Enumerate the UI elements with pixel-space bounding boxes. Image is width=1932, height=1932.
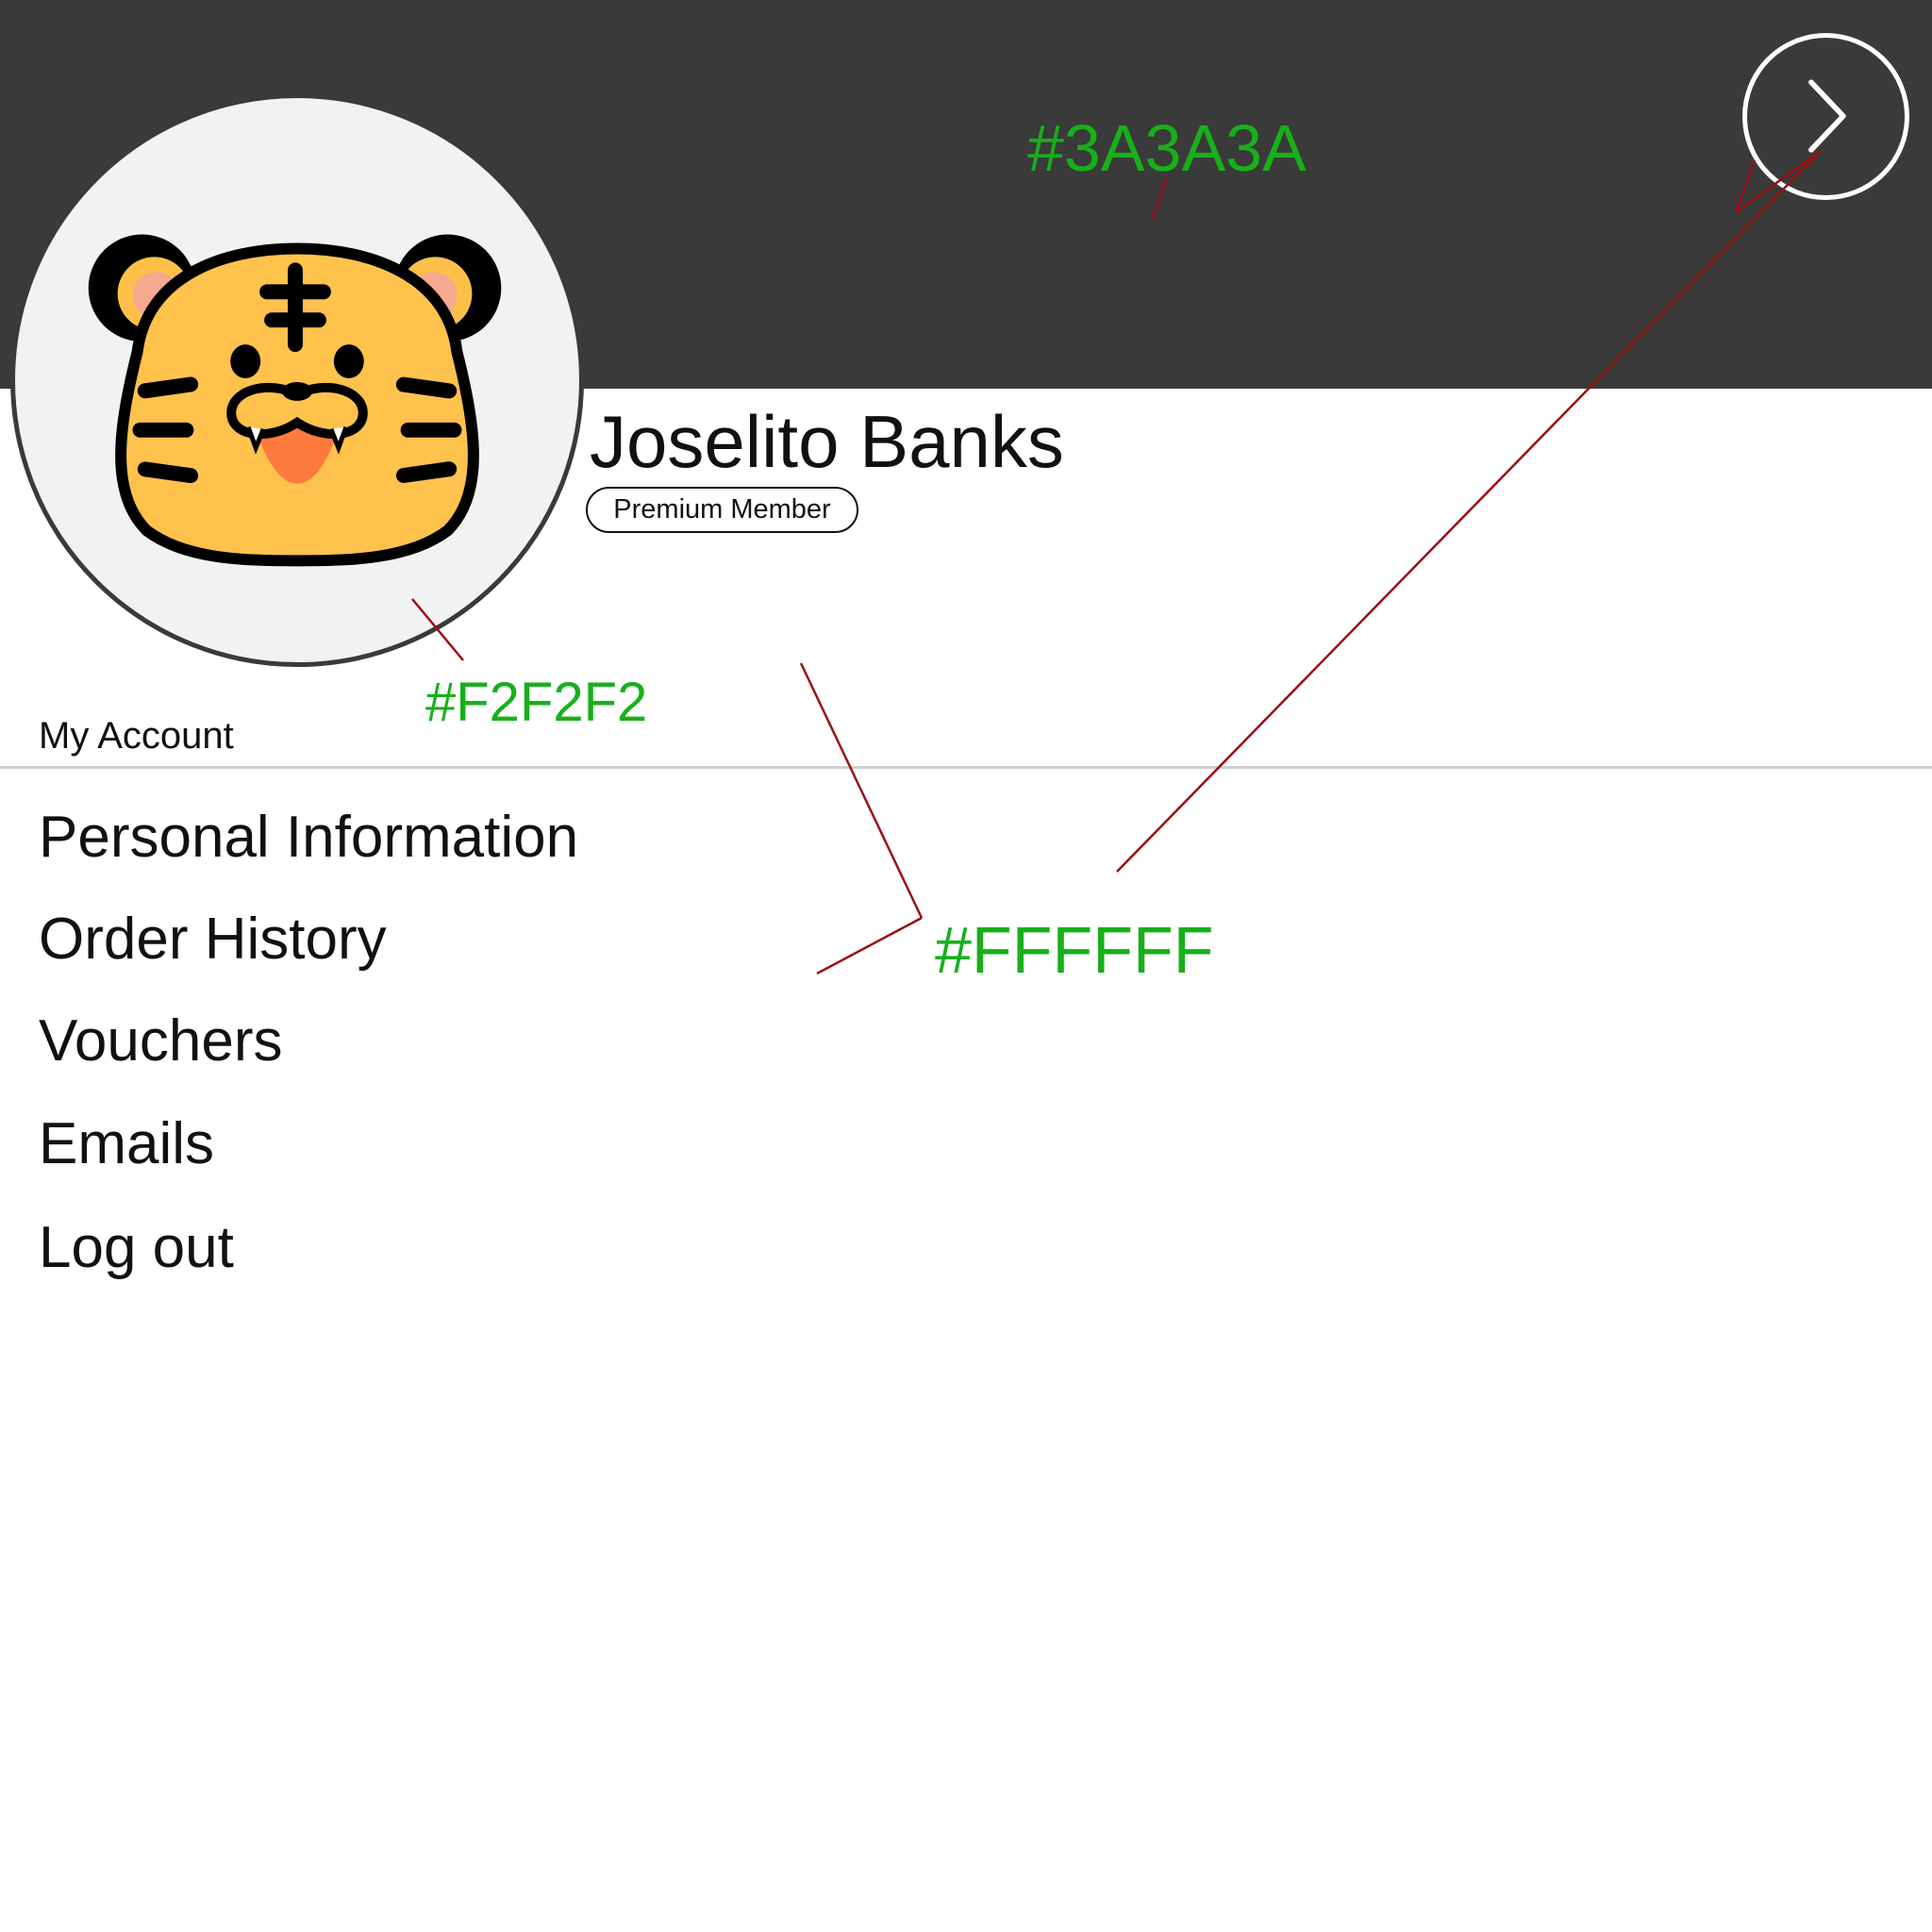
menu-item-order-history[interactable]: Order History: [39, 904, 387, 975]
membership-badge: Premium Member: [586, 487, 858, 533]
avatar: [10, 93, 584, 667]
menu-item-log-out[interactable]: Log out: [39, 1212, 234, 1284]
annotation-avatar-color: #F2F2F2: [425, 672, 648, 733]
user-name: Joselito Banks: [590, 400, 1064, 483]
menu-item-vouchers[interactable]: Vouchers: [39, 1006, 283, 1077]
next-button[interactable]: [1742, 33, 1909, 200]
menu-item-emails[interactable]: Emails: [39, 1108, 214, 1180]
divider: [0, 766, 1932, 769]
tiger-face-icon: [88, 234, 502, 567]
annotation-background-color: #FFFFFF: [935, 913, 1214, 987]
chevron-right-icon: [1808, 79, 1846, 153]
menu-item-personal-information[interactable]: Personal Information: [39, 802, 578, 874]
annotation-header-color: #3A3A3A: [1027, 111, 1307, 185]
account-page: Joselito Banks Premium Member My Account…: [0, 0, 1932, 1932]
section-label-my-account: My Account: [39, 715, 234, 757]
